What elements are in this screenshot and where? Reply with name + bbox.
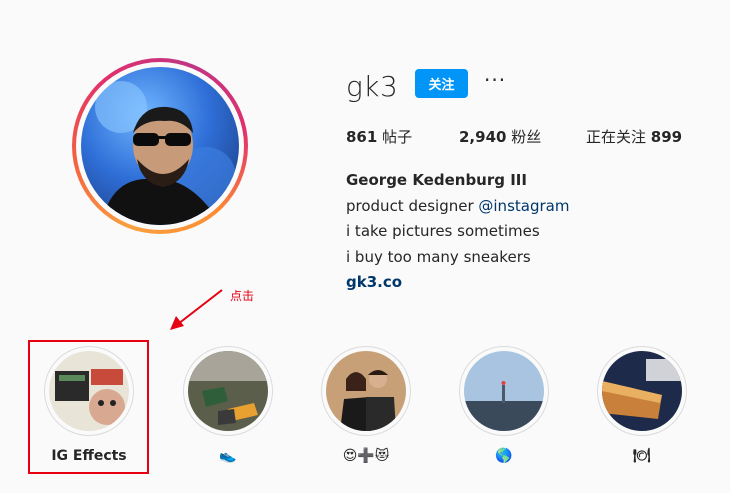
highlight-image (602, 351, 682, 431)
highlight-cover (602, 351, 682, 431)
highlight-sneakers[interactable] (183, 346, 273, 436)
highlight-love[interactable] (321, 346, 411, 436)
highlight-cover (188, 351, 268, 431)
highlight-food[interactable] (597, 346, 687, 436)
highlight-label-food[interactable]: 🍽 (582, 448, 702, 464)
highlight-image (326, 351, 406, 431)
highlight-label-sneakers[interactable]: 👟 (168, 448, 288, 464)
highlight-label-love[interactable]: 😍➕😻 (306, 448, 426, 464)
annotation-label: 点击 (230, 289, 255, 303)
highlight-world[interactable] (459, 346, 549, 436)
highlight-image (188, 351, 268, 431)
highlight-cover (464, 351, 544, 431)
highlight-image (464, 351, 544, 431)
annotation-highlight-box (28, 340, 149, 474)
highlight-label-world[interactable]: 🌎 (444, 448, 564, 464)
highlight-cover (326, 351, 406, 431)
